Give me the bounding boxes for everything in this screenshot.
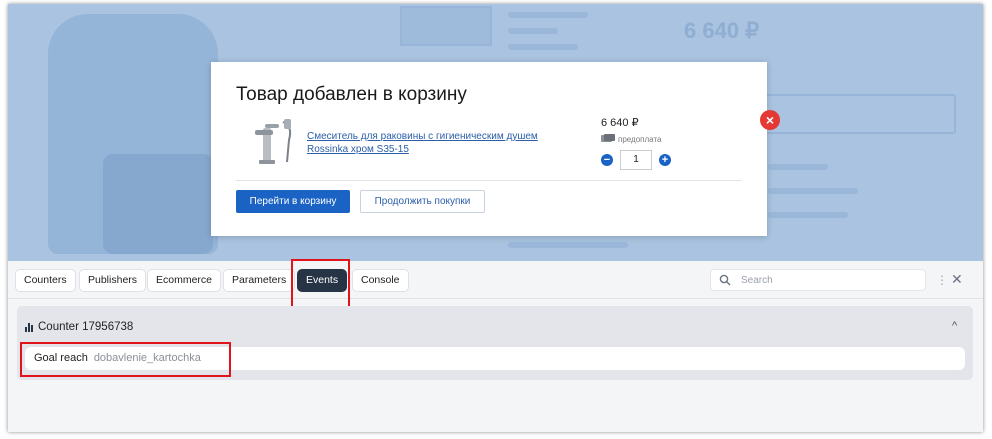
search-icon xyxy=(719,274,731,286)
metrica-devtools-panel: Counters Publishers Ecommerce Parameters… xyxy=(8,259,983,432)
tab-parameters[interactable]: Parameters xyxy=(223,269,296,292)
bar-chart-icon xyxy=(25,322,33,332)
modal-divider xyxy=(236,180,742,181)
product-price: 6 640 ₽ xyxy=(601,117,639,129)
quantity-stepper: − 1 + xyxy=(601,150,671,170)
decrease-quantity-button[interactable]: − xyxy=(601,154,613,166)
devtools-tab-bar: Counters Publishers Ecommerce Parameters… xyxy=(8,259,983,310)
spec-line-ghost xyxy=(768,212,848,218)
background-cart-button-ghost xyxy=(764,94,956,134)
thumbnail-ghost xyxy=(400,6,492,46)
counter-title: Counter 17956738 xyxy=(38,321,134,333)
spec-line-ghost xyxy=(508,12,588,18)
tab-counters[interactable]: Counters xyxy=(15,269,76,292)
spec-line-ghost xyxy=(508,242,628,248)
prepay-label: предоплата xyxy=(618,135,662,144)
added-to-cart-modal: Товар добавлен в корзину Смеситель для р… xyxy=(211,62,780,236)
quantity-input[interactable]: 1 xyxy=(620,150,652,170)
go-to-cart-button[interactable]: Перейти в корзину xyxy=(236,190,350,213)
search-input[interactable]: Search xyxy=(741,275,773,286)
counter-header[interactable]: Counter 17956738 xyxy=(25,321,133,333)
events-tab-highlight xyxy=(291,259,350,310)
prepay-info: предоплата xyxy=(601,134,661,145)
faucet-base-ghost xyxy=(103,154,213,254)
product-image xyxy=(251,118,297,166)
modal-title: Товар добавлен в корзину xyxy=(236,84,467,105)
product-link[interactable]: Смеситель для раковины с гигиеническим д… xyxy=(307,130,577,156)
background-price: 6 640 ₽ xyxy=(684,18,760,43)
card-icon xyxy=(601,134,615,145)
browser-frame: 6 640 ₽ Товар добавлен в корзину Смесите… xyxy=(8,4,983,432)
chevron-up-icon[interactable]: ^ xyxy=(952,320,957,332)
search-box[interactable]: Search xyxy=(710,269,926,291)
continue-shopping-button[interactable]: Продолжить покупки xyxy=(360,190,485,213)
increase-quantity-button[interactable]: + xyxy=(659,154,671,166)
modal-close-icon[interactable]: × xyxy=(760,110,780,130)
tab-publishers[interactable]: Publishers xyxy=(79,269,147,292)
event-row-highlight xyxy=(20,342,231,377)
spec-line-ghost xyxy=(508,44,578,50)
tab-ecommerce[interactable]: Ecommerce xyxy=(147,269,222,292)
spec-line-ghost xyxy=(768,188,858,194)
tab-console[interactable]: Console xyxy=(352,269,409,292)
more-options-icon[interactable]: ⋮ xyxy=(936,273,948,287)
spec-line-ghost xyxy=(508,28,558,34)
close-icon[interactable]: ✕ xyxy=(951,271,963,288)
spec-line-ghost xyxy=(768,164,828,170)
